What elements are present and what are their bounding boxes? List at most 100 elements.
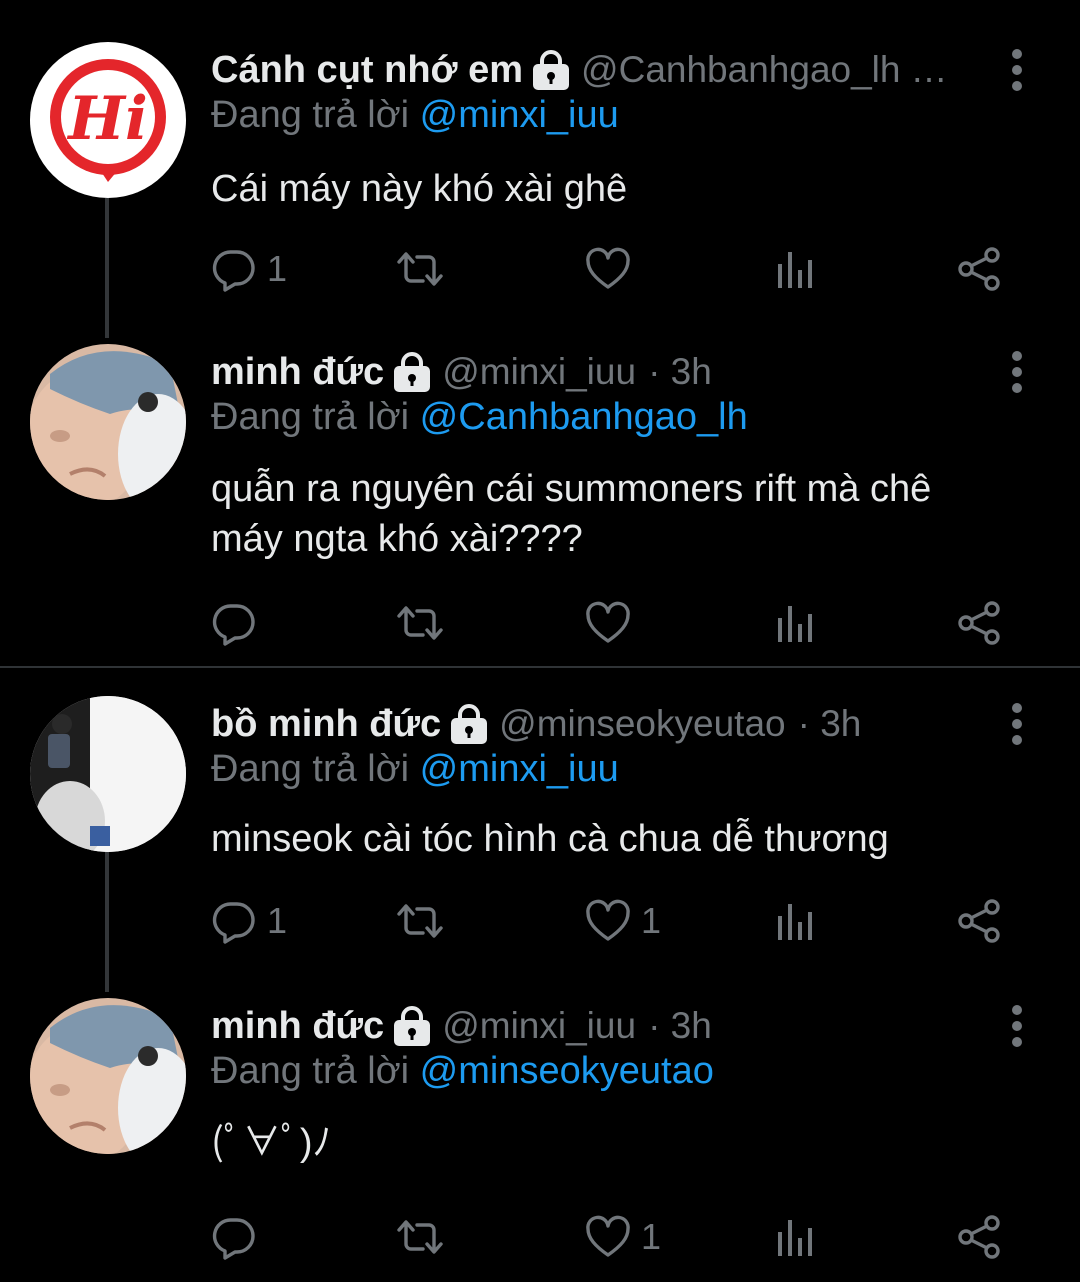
- views-button[interactable]: [773, 244, 819, 294]
- reply-icon: [211, 246, 257, 292]
- views-icon: [773, 600, 819, 646]
- tweet-text: quẫn ra nguyên cái summoners rift mà chê…: [211, 464, 1031, 564]
- action-bar: [211, 598, 1011, 648]
- replying-to: Đang trả lời @minxi_iuu: [211, 748, 619, 791]
- lock-icon: [531, 50, 571, 90]
- handle-ellipsis: …: [910, 49, 948, 90]
- retweet-button[interactable]: [397, 1212, 453, 1262]
- thread-line: [105, 198, 109, 338]
- display-name[interactable]: Cánh cụt nhớ em: [211, 49, 523, 92]
- action-bar: 1 1: [211, 896, 1011, 946]
- svg-text:Hi: Hi: [66, 84, 147, 154]
- timestamp[interactable]: · 3h: [648, 1005, 712, 1047]
- tweet-header: minh đức @minxi_iuu · 3h: [211, 998, 1001, 1054]
- tweet-text: minseok cài tóc hình cà chua dễ thương: [211, 814, 1031, 864]
- hi-logo-avatar: Hi: [34, 46, 182, 194]
- tweet-text-line: (ﾟ∀ﾟ)ﾉ: [211, 1122, 332, 1164]
- replying-to: Đang trả lời @minseokyeutao: [211, 1050, 714, 1093]
- lock-icon: [392, 1006, 432, 1046]
- user-photo-avatar: [30, 998, 186, 1154]
- display-name[interactable]: minh đức: [211, 351, 384, 394]
- like-button[interactable]: 1: [585, 1212, 661, 1262]
- handle[interactable]: @minseokyeutao: [499, 703, 785, 745]
- reply-button[interactable]: 1: [211, 244, 287, 294]
- timestamp[interactable]: · 3h: [648, 351, 712, 393]
- handle[interactable]: @minxi_iuu: [442, 1005, 636, 1047]
- tweet-text-line: minseok cài tóc hình cà chua dễ thương: [211, 818, 889, 860]
- tweet-text-line: Cái máy này khó xài ghê: [211, 168, 628, 210]
- share-button[interactable]: [957, 598, 1003, 648]
- more-icon[interactable]: [1000, 48, 1034, 92]
- conversation-divider: [0, 666, 1080, 668]
- reply-button[interactable]: 1: [211, 896, 287, 946]
- share-button[interactable]: [957, 1212, 1003, 1262]
- reply-button[interactable]: [211, 1212, 267, 1262]
- reply-count: 1: [267, 248, 288, 289]
- tweet-text: (ﾟ∀ﾟ)ﾉ: [211, 1118, 1031, 1168]
- replying-to-handle[interactable]: @minxi_iuu: [420, 94, 619, 136]
- retweet-button[interactable]: [397, 598, 453, 648]
- share-icon: [957, 1214, 1003, 1260]
- share-button[interactable]: [957, 244, 1003, 294]
- replying-to: Đang trả lời @Canhbanhgao_lh: [211, 396, 748, 439]
- tweet-text-line: quẫn ra nguyên cái summoners rift mà chê: [211, 468, 932, 510]
- views-button[interactable]: [773, 896, 819, 946]
- user-photo-avatar: [30, 696, 186, 852]
- replying-to-label: Đang trả lời: [211, 1050, 410, 1092]
- handle[interactable]: @Canhbanhgao_lh: [581, 49, 900, 91]
- tweet-text: Cái máy này khó xài ghê: [211, 164, 1031, 214]
- views-icon: [773, 246, 819, 292]
- like-icon: [585, 898, 631, 944]
- replying-to-label: Đang trả lời: [211, 94, 410, 136]
- views-icon: [773, 898, 819, 944]
- reply-icon: [211, 1214, 257, 1260]
- replying-to: Đang trả lời @minxi_iuu: [211, 94, 619, 137]
- reply-icon: [211, 898, 257, 944]
- lock-icon: [392, 352, 432, 392]
- tweet-header: Cánh cụt nhớ em @Canhbanhgao_lh …: [211, 42, 1001, 98]
- display-name[interactable]: minh đức: [211, 1005, 384, 1048]
- views-button[interactable]: [773, 1212, 819, 1262]
- avatar[interactable]: Hi: [30, 42, 186, 198]
- reply-button[interactable]: [211, 598, 267, 648]
- retweet-icon: [397, 898, 443, 944]
- replying-to-label: Đang trả lời: [211, 748, 410, 790]
- timestamp[interactable]: · 3h: [798, 703, 862, 745]
- share-button[interactable]: [957, 896, 1003, 946]
- like-count: 1: [641, 1216, 662, 1257]
- retweet-icon: [397, 1214, 443, 1260]
- reply-count: 1: [267, 900, 288, 941]
- more-icon[interactable]: [1000, 1004, 1034, 1048]
- replying-to-label: Đang trả lời: [211, 396, 410, 438]
- retweet-button[interactable]: [397, 896, 453, 946]
- handle[interactable]: @minxi_iuu: [442, 351, 636, 393]
- more-icon[interactable]: [1000, 350, 1034, 394]
- like-icon: [585, 1214, 631, 1260]
- views-icon: [773, 1214, 819, 1260]
- user-photo-avatar: [30, 344, 186, 500]
- tweet-text-line: máy ngta khó xài????: [211, 518, 583, 560]
- replying-to-handle[interactable]: @minxi_iuu: [420, 748, 619, 790]
- tweet-header: minh đức @minxi_iuu · 3h: [211, 344, 1001, 400]
- avatar[interactable]: [30, 696, 186, 852]
- views-button[interactable]: [773, 598, 819, 648]
- like-icon: [585, 246, 631, 292]
- like-button[interactable]: 1: [585, 896, 661, 946]
- more-icon[interactable]: [1000, 702, 1034, 746]
- action-bar: 1: [211, 244, 1011, 294]
- retweet-icon: [397, 600, 443, 646]
- like-button[interactable]: [585, 598, 641, 648]
- like-count: 1: [641, 900, 662, 941]
- replying-to-handle[interactable]: @minseokyeutao: [420, 1050, 714, 1092]
- replying-to-handle[interactable]: @Canhbanhgao_lh: [420, 396, 748, 438]
- thread-line: [105, 850, 109, 992]
- lock-icon: [449, 704, 489, 744]
- avatar[interactable]: [30, 998, 186, 1154]
- retweet-button[interactable]: [397, 244, 453, 294]
- avatar[interactable]: [30, 344, 186, 500]
- retweet-icon: [397, 246, 443, 292]
- share-icon: [957, 898, 1003, 944]
- share-icon: [957, 246, 1003, 292]
- like-button[interactable]: [585, 244, 641, 294]
- display-name[interactable]: bồ minh đức: [211, 703, 441, 746]
